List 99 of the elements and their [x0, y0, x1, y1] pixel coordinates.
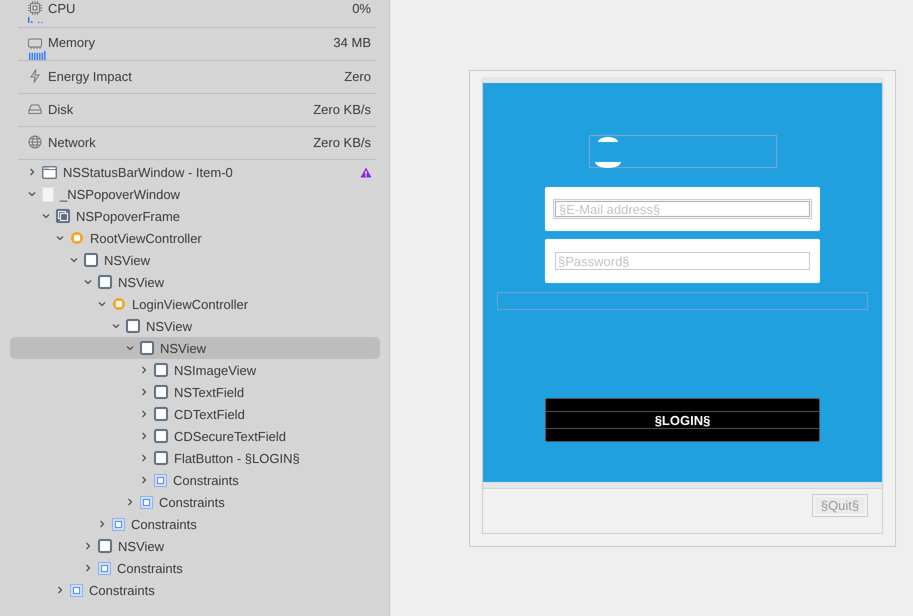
view-icon [126, 319, 140, 333]
chevron-down-icon[interactable] [70, 256, 78, 264]
memory-usage-graph [28, 51, 48, 60]
chevron-right-icon[interactable] [140, 410, 148, 418]
gauge-value: 0% [352, 0, 371, 16]
gauge-label: Network [48, 134, 97, 150]
constraints-icon [112, 518, 125, 530]
chevron-down-icon[interactable] [56, 234, 64, 242]
tree-row[interactable]: NSView [10, 315, 380, 337]
gauge-label: Disk [48, 102, 74, 116]
gauge-value: Zero KB/s [313, 134, 371, 150]
tree-row[interactable]: Constraints [10, 491, 380, 513]
tree-item-label: FlatButton - §LOGIN§ [174, 450, 301, 466]
view-icon [154, 451, 168, 465]
constraints-icon [140, 496, 153, 508]
tree-row[interactable]: CDSecureTextField [10, 425, 380, 447]
disk-drive-icon [28, 102, 42, 116]
view-icon [98, 539, 112, 553]
window-icon [42, 166, 57, 178]
tree-row[interactable]: _NSPopoverWindow [10, 183, 380, 205]
tree-item-label: Constraints [131, 516, 198, 532]
view-controller-icon [70, 231, 84, 245]
chevron-down-icon[interactable] [28, 190, 36, 198]
tree-row[interactable]: Constraints [10, 579, 380, 601]
tree-item-label: NSImageView [174, 362, 258, 378]
tree-row[interactable]: NSView [10, 337, 380, 359]
gauge-label: CPU [48, 0, 76, 16]
tree-row[interactable]: Constraints [10, 469, 380, 491]
tree-row[interactable]: Constraints [10, 513, 380, 535]
tree-item-label: _NSPopoverWindow [60, 186, 181, 202]
tree-item-label: Constraints [173, 472, 240, 488]
email-field[interactable]: §E-Mail address§ [553, 199, 812, 219]
gauge-value: Zero KB/s [313, 102, 371, 116]
tree-item-label: Constraints [159, 494, 226, 510]
tree-row[interactable]: LoginViewController [10, 293, 380, 315]
tree-item-label: NSView [118, 274, 166, 290]
globe-icon [28, 135, 42, 149]
constraints-icon [154, 474, 167, 486]
chevron-right-icon[interactable] [28, 168, 36, 176]
tree-row[interactable]: NSTextField [10, 381, 380, 403]
tree-row[interactable]: FlatButton - §LOGIN§ [10, 447, 380, 469]
chevron-right-icon[interactable] [56, 586, 64, 594]
frame-icon [56, 209, 70, 223]
constraints-icon [70, 584, 83, 596]
gauge-label: Memory [48, 35, 96, 50]
login-button[interactable]: §LOGIN§ [545, 398, 820, 442]
tree-item-label: NSPopoverFrame [76, 208, 182, 224]
tree-row[interactable]: NSView [10, 535, 380, 557]
view-icon [154, 407, 168, 421]
tree-row[interactable]: NSImageView [10, 359, 380, 381]
tree-row[interactable]: NSPopoverFrame [10, 205, 380, 227]
tree-item-label: CDSecureTextField [174, 428, 287, 444]
chevron-right-icon[interactable] [140, 454, 148, 462]
tree-row[interactable]: RootViewController [10, 227, 380, 249]
chevron-right-icon[interactable] [140, 388, 148, 396]
chevron-right-icon[interactable] [126, 498, 134, 506]
gauge-value: 34 MB [333, 35, 371, 50]
tree-item-label: RootViewController [90, 230, 203, 246]
tree-row[interactable]: NSStatusBarWindow - Item-0 [10, 161, 380, 183]
view-icon [154, 385, 168, 399]
tree-item-label: NSTextField [174, 384, 246, 400]
chevron-down-icon[interactable] [98, 300, 106, 308]
tree-item-label: LoginViewController [132, 296, 250, 312]
chevron-down-icon[interactable] [112, 322, 120, 330]
password-field[interactable]: §Password§ [555, 252, 810, 270]
view-icon [154, 429, 168, 443]
chevron-right-icon[interactable] [140, 432, 148, 440]
tree-item-label: NSStatusBarWindow - Item-0 [63, 164, 234, 180]
chevron-right-icon[interactable] [140, 476, 148, 484]
view-icon [98, 275, 112, 289]
document-icon [42, 186, 54, 202]
cpu-chip-icon [28, 1, 42, 15]
chevron-down-icon[interactable] [84, 278, 92, 286]
view-controller-icon [112, 297, 126, 311]
tree-item-label: NSView [146, 318, 194, 334]
chevron-down-icon[interactable] [126, 344, 134, 352]
tree-row[interactable]: CDTextField [10, 403, 380, 425]
gauge-value: Zero [344, 68, 371, 84]
tree-item-label: NSView [160, 340, 208, 356]
lightning-icon [28, 69, 42, 83]
chevron-right-icon[interactable] [140, 366, 148, 374]
tree-item-label: NSView [104, 252, 152, 268]
tree-row[interactable]: NSView [10, 249, 380, 271]
chevron-right-icon[interactable] [84, 564, 92, 572]
tree-row[interactable]: Constraints [10, 557, 380, 579]
memory-chip-icon [28, 36, 42, 50]
tree-item-label: CDTextField [174, 406, 246, 422]
gauge-label: Energy Impact [48, 68, 133, 84]
view-icon [154, 363, 168, 377]
tree-row[interactable]: NSView [10, 271, 380, 293]
chevron-right-icon[interactable] [84, 542, 92, 550]
tree-item-label: Constraints [117, 560, 184, 576]
tree-item-label: NSView [118, 538, 166, 554]
chevron-right-icon[interactable] [98, 520, 106, 528]
view-icon [140, 341, 154, 355]
chevron-down-icon[interactable] [42, 212, 50, 220]
view-icon [84, 253, 98, 267]
constraints-icon [98, 562, 111, 574]
tree-item-label: Constraints [89, 582, 156, 598]
